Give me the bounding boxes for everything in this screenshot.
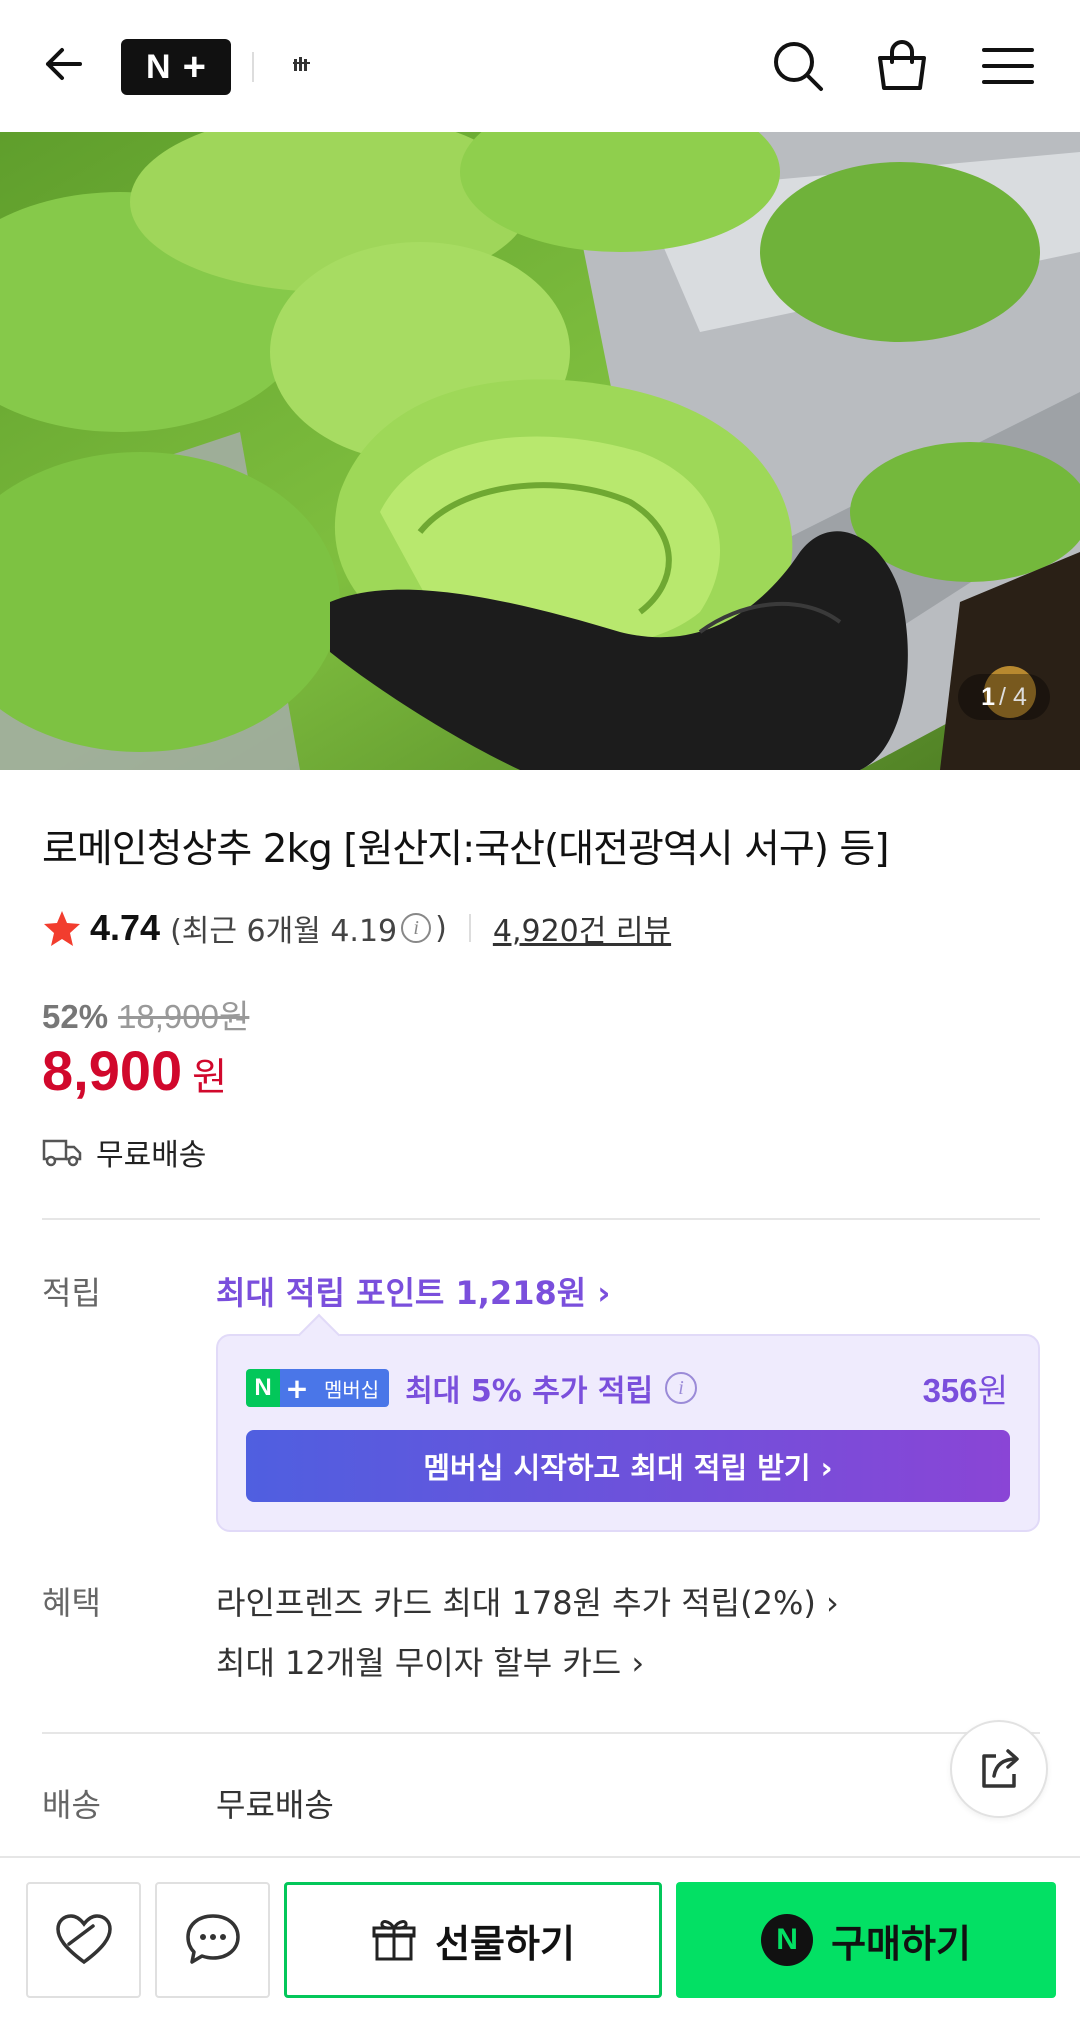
points-label: 적립 — [42, 1274, 101, 1312]
rating-value: 4.74 — [90, 907, 161, 948]
sale-price: 8,900 — [42, 1039, 183, 1102]
recent-rating-close: ) — [435, 910, 447, 946]
membership-start-button[interactable]: 멤버십 시작하고 최대 적립 받기 › — [246, 1430, 1010, 1502]
product-photo-lettuce — [0, 132, 1080, 770]
star-icon — [44, 911, 80, 946]
bottom-action-bar: 선물하기 N 구매하기 — [0, 1856, 1080, 2032]
menu-button[interactable] — [976, 34, 1040, 98]
membership-amount-value: 356 — [922, 1372, 978, 1409]
back-button[interactable] — [36, 36, 92, 92]
original-price: 18,900원 — [118, 998, 250, 1035]
delivery-label: 배송 — [42, 1786, 101, 1824]
recent-rating-text: (최근 6개월 4.19 — [170, 914, 398, 949]
image-counter-current: 1 — [981, 682, 996, 711]
naver-plus-store-logo[interactable]: N + — [121, 39, 231, 95]
hamburger-menu-icon — [982, 48, 1034, 84]
info-icon[interactable]: i — [401, 913, 432, 943]
share-icon — [982, 1749, 1019, 1788]
product-image-gallery[interactable]: 1 / 4 — [0, 132, 1080, 770]
badge-n: N — [246, 1369, 280, 1407]
search-button[interactable] — [766, 34, 830, 98]
price-unit: 원 — [192, 1055, 228, 1099]
store-mark-icon — [293, 57, 310, 71]
membership-extra-text: 최대 5% 추가 적립 — [405, 1374, 654, 1409]
section-divider — [42, 1218, 1040, 1220]
benefit-installment-link[interactable]: 최대 12개월 무이자 할부 카드 › — [216, 1638, 644, 1684]
gift-label: 선물하기 — [435, 1921, 575, 1966]
membership-badge: N + 멤버십 — [246, 1369, 390, 1407]
discount-rate: 52% — [42, 998, 109, 1035]
rating-divider — [468, 914, 471, 942]
logo-n-text: N — [146, 47, 171, 86]
heart-icon — [55, 1914, 112, 1965]
logo-divider — [252, 52, 254, 82]
image-counter-total: / 4 — [999, 682, 1027, 711]
chat-bubble-icon — [185, 1914, 240, 1964]
shopping-bag-icon — [878, 40, 926, 90]
membership-info-icon[interactable]: i — [665, 1372, 698, 1404]
badge-text: 멤버십 — [314, 1369, 390, 1407]
rating-row: 4.74 (최근 6개월 4.19 i ) 4,920건 리뷰 — [42, 906, 671, 950]
arrow-left-icon — [46, 48, 82, 80]
section-divider — [42, 1732, 1040, 1734]
price-row: 8,900 원 — [42, 1038, 227, 1103]
gift-icon — [372, 1920, 416, 1961]
shipping-text: 무료배송 — [96, 1138, 207, 1173]
image-counter: 1 / 4 — [958, 674, 1050, 720]
max-point-link[interactable]: 최대 적립 포인트 1,218원 › — [216, 1268, 611, 1314]
delivery-value: 무료배송 — [216, 1786, 334, 1824]
membership-amount: 356원 — [923, 1364, 1008, 1412]
membership-box: N + 멤버십 최대 5% 추가 적립 i 356원 멤버십 시작하고 최대 적… — [216, 1334, 1040, 1532]
truck-icon — [42, 1139, 82, 1167]
naver-pay-icon: N — [761, 1914, 814, 1966]
product-title: 로메인청상추 2kg [원산지:국산(대전광역시 서구) 등] — [42, 827, 889, 872]
benefit-card-link[interactable]: 라인프렌즈 카드 최대 178원 추가 적립(2%) › — [216, 1578, 839, 1624]
search-icon — [774, 42, 823, 91]
benefits-label: 혜택 — [42, 1584, 101, 1622]
cart-button[interactable] — [870, 34, 934, 98]
wishlist-button[interactable] — [26, 1882, 141, 1998]
discount-row: 52% 18,900원 — [42, 990, 249, 1038]
gift-button[interactable]: 선물하기 — [284, 1882, 662, 1998]
top-header: N + — [0, 0, 1080, 132]
share-button[interactable] — [950, 1720, 1048, 1818]
membership-amount-unit: 원 — [977, 1371, 1008, 1410]
review-link[interactable]: 4,920건 리뷰 — [493, 906, 671, 950]
logo-plus-text: + — [182, 45, 206, 89]
shipping-row: 무료배송 — [42, 1130, 206, 1174]
buy-button[interactable]: N 구매하기 — [676, 1882, 1056, 1998]
membership-row: N + 멤버십 최대 5% 추가 적립 i 356원 — [246, 1368, 1008, 1410]
buy-label: 구매하기 — [831, 1921, 971, 1966]
badge-plus: + — [280, 1369, 314, 1407]
chat-button[interactable] — [155, 1882, 270, 1998]
